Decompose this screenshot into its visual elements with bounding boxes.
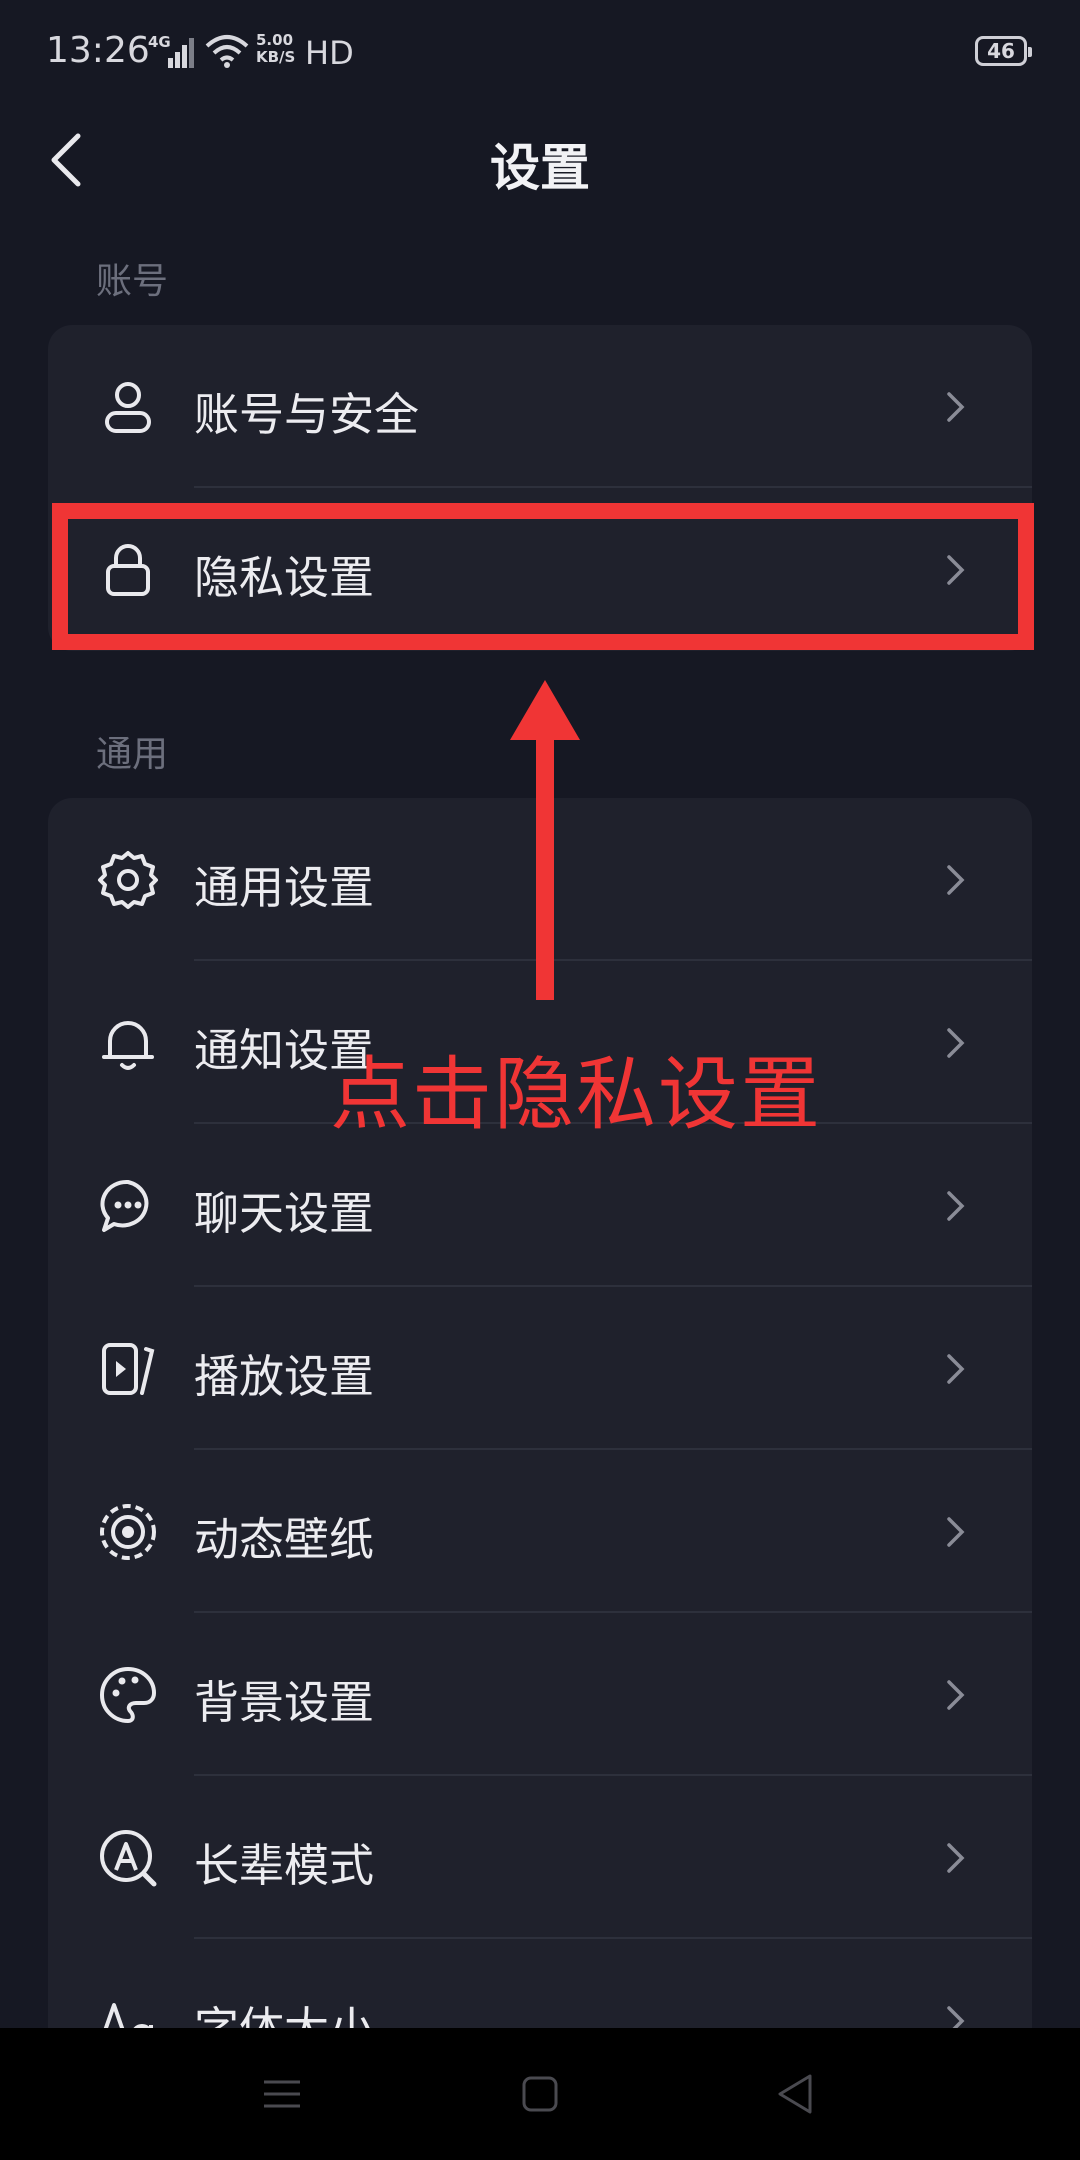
status-bar: 13:26 4G 5.00 KB/S HD 46 — [0, 0, 1080, 110]
menu-item-playback-settings[interactable]: 播放设置 — [48, 1287, 1032, 1450]
menu-item-label: 通用设置 — [194, 861, 375, 914]
privacy-settings-highlight-box — [52, 503, 1034, 650]
menu-item-elder-mode[interactable]: 长辈模式 — [48, 1776, 1032, 1939]
annotation-arrow-icon — [510, 680, 580, 1000]
battery-icon: 46 — [975, 36, 1032, 66]
network-speed: 5.00 KB/S — [256, 31, 296, 66]
signal-icon — [168, 38, 194, 68]
menu-item-background-settings[interactable]: 背景设置 — [48, 1613, 1032, 1776]
chat-bubble-icon — [100, 1179, 149, 1232]
chevron-right-icon — [947, 1191, 965, 1221]
chevron-right-icon — [947, 1517, 965, 1547]
bell-icon — [102, 1021, 154, 1070]
menu-item-font-size[interactable]: 字体大小 — [48, 1939, 1032, 2028]
palette-icon — [100, 1667, 156, 1723]
chevron-right-icon — [947, 1028, 965, 1058]
chevron-right-icon — [947, 1354, 965, 1384]
hd-indicator: HD — [305, 34, 354, 72]
gear-icon — [98, 851, 158, 909]
chevron-right-icon — [947, 392, 965, 422]
menu-item-account-security[interactable]: 账号与安全 — [48, 325, 1032, 488]
section-title-account: 账号 — [96, 261, 169, 302]
page-title: 设置 — [490, 139, 590, 197]
menu-item-label: 播放设置 — [194, 1350, 375, 1403]
elder-mode-icon — [100, 1830, 157, 1887]
status-time: 13:26 — [46, 30, 150, 71]
dynamic-wallpaper-icon — [100, 1504, 156, 1560]
chevron-right-icon — [947, 1680, 965, 1710]
system-nav-bar — [0, 2028, 1080, 2160]
user-icon — [105, 382, 151, 433]
font-size-icon — [103, 2003, 153, 2028]
wifi-icon — [205, 35, 249, 68]
home-icon[interactable] — [510, 2064, 570, 2124]
menu-item-dynamic-wallpaper[interactable]: 动态壁纸 — [48, 1450, 1032, 1613]
menu-item-label: 聊天设置 — [194, 1187, 375, 1240]
page-header: 设置 — [0, 110, 1080, 210]
menu-item-chat-settings[interactable]: 聊天设置 — [48, 1124, 1032, 1287]
annotation-text: 点击隐私设置 — [330, 1048, 822, 1141]
section-title-general: 通用 — [96, 734, 169, 775]
play-icon — [102, 1343, 155, 1395]
back-nav-icon[interactable] — [766, 2064, 826, 2124]
chevron-right-icon — [947, 1843, 965, 1873]
menu-item-label: 长辈模式 — [194, 1839, 375, 1892]
chevron-right-icon — [947, 2006, 965, 2028]
menu-item-label: 账号与安全 — [194, 388, 420, 441]
menu-item-label: 背景设置 — [194, 1676, 375, 1729]
menu-item-label: 动态壁纸 — [194, 1513, 375, 1566]
menu-icon[interactable] — [252, 2064, 312, 2124]
menu-item-label: 字体大小 — [194, 1992, 374, 2028]
chevron-right-icon — [947, 865, 965, 895]
